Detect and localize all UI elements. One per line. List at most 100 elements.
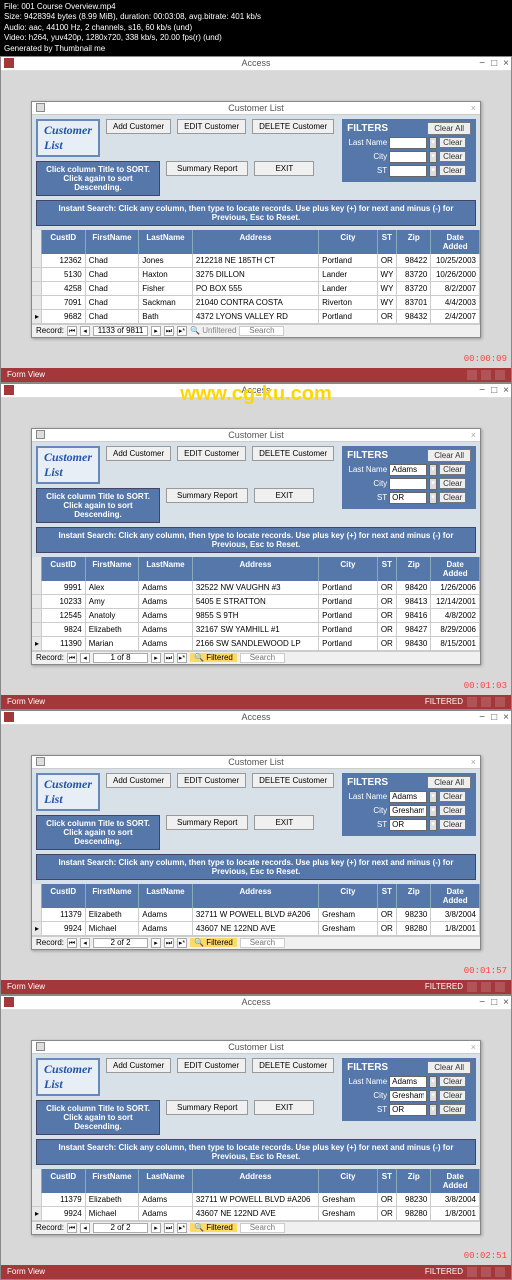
view-icon[interactable] [467,370,477,380]
delete-customer-button[interactable]: DELETE Customer [252,1058,334,1073]
cell-address[interactable]: 32167 SW YAMHILL #1 [193,623,319,636]
st-filter-input[interactable] [389,819,427,831]
form-close-icon[interactable]: × [471,757,476,767]
add-customer-button[interactable]: Add Customer [106,119,171,134]
col-zip[interactable]: Zip [397,1169,431,1193]
lastname-filter-input[interactable] [389,137,427,149]
row-selector-icon[interactable]: ▸ [32,310,42,323]
dropdown-icon[interactable]: ▾ [429,464,437,476]
row-selector-icon[interactable] [32,268,42,281]
col-custid[interactable]: CustID [42,884,86,908]
city-filter-input[interactable] [389,478,427,490]
nav-new-icon[interactable]: ▸* [177,938,187,948]
clear-all-button[interactable]: Clear All [427,776,471,789]
summary-report-button[interactable]: Summary Report [166,488,248,503]
edit-customer-button[interactable]: EDIT Customer [177,773,246,788]
st-filter-input[interactable] [389,1104,427,1116]
lastname-filter-input[interactable] [389,1076,427,1088]
cell-zip[interactable]: 98432 [397,310,431,323]
cell-zip[interactable]: 98413 [397,595,431,608]
clear-city-button[interactable]: Clear [439,151,466,162]
col-zip[interactable]: Zip [397,557,431,581]
nav-first-icon[interactable]: ⏮ [67,653,77,663]
dropdown-icon[interactable]: ▾ [429,151,437,163]
nav-next-icon[interactable]: ▸ [151,1223,161,1233]
nav-new-icon[interactable]: ▸* [177,1223,187,1233]
cell-firstname[interactable]: Chad [86,296,140,309]
cell-lastname[interactable]: Bath [139,310,193,323]
cell-date[interactable]: 12/14/2001 [431,595,480,608]
cell-lastname[interactable]: Adams [139,609,193,622]
row-selector-icon[interactable]: ▸ [32,637,42,650]
close-icon[interactable]: × [503,385,509,396]
table-row[interactable]: 7091 Chad Sackman 21040 CONTRA COSTA Riv… [32,296,480,310]
table-row[interactable]: 5130 Chad Haxton 3275 DILLON Lander WY 8… [32,268,480,282]
cell-date[interactable]: 1/8/2001 [431,1207,480,1220]
filter-badge[interactable]: 🔍 Unfiltered [190,326,236,335]
nav-next-icon[interactable]: ▸ [151,326,161,336]
clear-lastname-button[interactable]: Clear [439,137,466,148]
cell-zip[interactable]: 98430 [397,637,431,650]
cell-zip[interactable]: 98280 [397,922,431,935]
clear-city-button[interactable]: Clear [439,1090,466,1101]
clear-all-button[interactable]: Clear All [427,449,471,462]
st-filter-input[interactable] [389,165,427,177]
view-icon[interactable] [467,1267,477,1277]
row-selector-icon[interactable] [32,908,42,921]
col-city[interactable]: City [319,557,377,581]
delete-customer-button[interactable]: DELETE Customer [252,446,334,461]
st-filter-input[interactable] [389,492,427,504]
table-row[interactable]: ▸ 11390 Marian Adams 2166 SW SANDLEWOOD … [32,637,480,651]
col-custid[interactable]: CustID [42,557,86,581]
col-date[interactable]: Date Added [431,884,480,908]
city-filter-input[interactable] [389,805,427,817]
dropdown-icon[interactable]: ▾ [429,137,437,149]
cell-date[interactable]: 1/26/2006 [431,581,480,594]
col-city[interactable]: City [319,884,377,908]
row-selector-icon[interactable]: ▸ [32,922,42,935]
nav-prev-icon[interactable]: ◂ [80,938,90,948]
maximize-icon[interactable]: □ [491,712,497,723]
clear-all-button[interactable]: Clear All [427,1061,471,1074]
cell-address[interactable]: 9855 S 9TH [193,609,319,622]
minimize-icon[interactable]: − [479,385,485,396]
maximize-icon[interactable]: □ [491,385,497,396]
form-close-icon[interactable]: × [471,430,476,440]
clear-city-button[interactable]: Clear [439,805,466,816]
nav-first-icon[interactable]: ⏮ [67,938,77,948]
cell-zip[interactable]: 98422 [397,254,431,267]
col-zip[interactable]: Zip [397,230,431,254]
dropdown-icon[interactable]: ▾ [429,791,437,803]
close-icon[interactable]: × [503,997,509,1008]
cell-address[interactable]: 43607 NE 122ND AVE [193,1207,319,1220]
cell-custid[interactable]: 9924 [42,1207,86,1220]
table-row[interactable]: 9991 Alex Adams 32522 NW VAUGHN #3 Portl… [32,581,480,595]
view-icon[interactable] [495,1267,505,1277]
cell-date[interactable]: 8/2/2007 [431,282,480,295]
cell-city[interactable]: Portland [319,310,377,323]
cell-address[interactable]: 2166 SW SANDLEWOOD LP [193,637,319,650]
nav-last-icon[interactable]: ⏭ [164,653,174,663]
summary-report-button[interactable]: Summary Report [166,1100,248,1115]
cell-st[interactable]: WY [378,282,398,295]
clear-lastname-button[interactable]: Clear [439,791,466,802]
cell-zip[interactable]: 98427 [397,623,431,636]
cell-city[interactable]: Gresham [319,908,377,921]
filter-badge[interactable]: 🔍 Filtered [190,938,237,947]
col-date[interactable]: Date Added [431,557,480,581]
cell-firstname[interactable]: Chad [86,310,140,323]
dropdown-icon[interactable]: ▾ [429,478,437,490]
cell-lastname[interactable]: Adams [139,581,193,594]
cell-date[interactable]: 4/4/2003 [431,296,480,309]
nav-prev-icon[interactable]: ◂ [80,1223,90,1233]
exit-button[interactable]: EXIT [254,1100,314,1115]
view-icon[interactable] [481,1267,491,1277]
cell-custid[interactable]: 5130 [42,268,86,281]
cell-lastname[interactable]: Sackman [139,296,193,309]
cell-firstname[interactable]: Marian [86,637,140,650]
table-row[interactable]: 10233 Amy Adams 5405 E STRATTON Portland… [32,595,480,609]
dropdown-icon[interactable]: ▾ [429,805,437,817]
col-st[interactable]: ST [378,230,398,254]
cell-zip[interactable]: 98420 [397,581,431,594]
cell-custid[interactable]: 9824 [42,623,86,636]
